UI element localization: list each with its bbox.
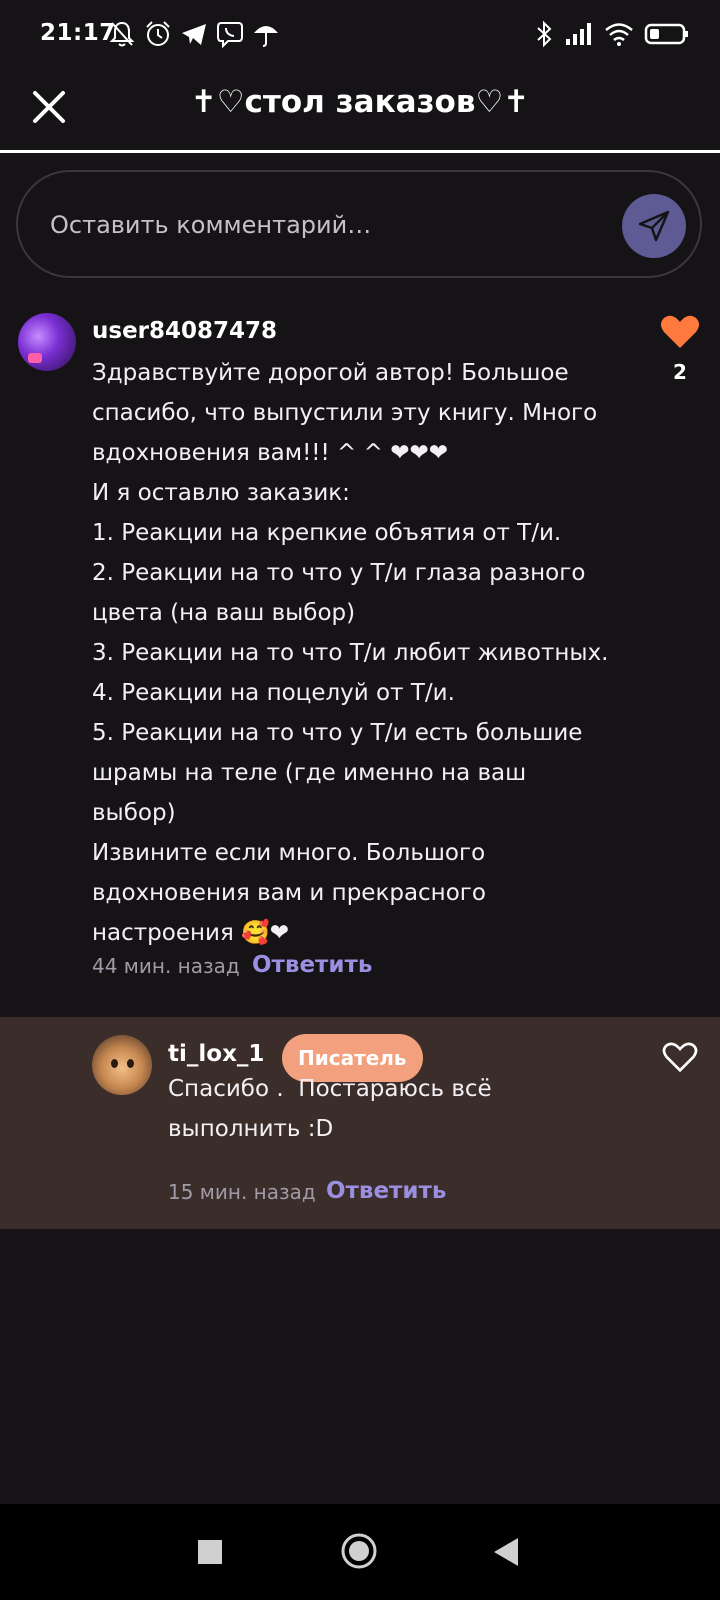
reply-text: Спасибо . Постараюсь всё выполнить :D — [168, 1076, 492, 1142]
reply-username[interactable]: ti_lox_1 — [168, 1041, 264, 1067]
back-button[interactable] — [494, 1538, 518, 1570]
comment-box — [16, 170, 702, 278]
alarm-icon — [144, 19, 172, 49]
recent-apps-icon — [198, 1540, 222, 1564]
like-count: 2 — [673, 360, 687, 384]
reply-time: 15 мин. назад — [168, 1180, 316, 1204]
battery-icon — [644, 19, 690, 49]
comment-input[interactable] — [48, 198, 592, 252]
back-icon — [494, 1538, 518, 1566]
system-nav-bar — [0, 1504, 720, 1600]
heart-filled-icon — [661, 315, 699, 348]
signal-icon — [564, 19, 594, 49]
recent-apps-button[interactable] — [198, 1540, 222, 1568]
system-icons — [534, 19, 690, 49]
notification-icons — [108, 19, 280, 49]
status-bar: 21:17 — [0, 0, 720, 70]
like-button[interactable] — [662, 1041, 698, 1077]
comment-item: user84087478 Здравствуйте дорогой автор!… — [0, 300, 720, 1000]
reply-button[interactable]: Ответить — [252, 952, 372, 978]
send-button[interactable] — [622, 194, 686, 258]
reply-button[interactable]: Ответить — [326, 1178, 446, 1204]
comment-time: 44 мин. назад — [92, 954, 240, 978]
avatar[interactable] — [18, 313, 76, 371]
bell-off-icon — [108, 19, 136, 49]
comment-text: Здравствуйте дорогой автор! Большое спас… — [92, 360, 609, 946]
home-icon — [341, 1533, 377, 1569]
viber-icon — [216, 19, 244, 49]
page-title: ✝♡стол заказов♡✝ — [190, 84, 530, 120]
heart-outline-icon — [662, 1042, 698, 1073]
home-button[interactable] — [340, 1532, 378, 1574]
telegram-icon — [180, 19, 208, 49]
status-time: 21:17 — [40, 20, 116, 46]
wifi-icon — [604, 19, 634, 49]
header: ✝♡стол заказов♡✝ — [0, 70, 720, 150]
umbrella-icon — [252, 19, 280, 49]
send-icon — [638, 210, 670, 242]
bluetooth-icon — [534, 19, 554, 49]
header-divider — [0, 150, 720, 153]
avatar[interactable] — [92, 1035, 152, 1095]
like-button[interactable] — [660, 314, 700, 354]
reply-item: ti_lox_1 Писатель Спасибо . Постараюсь в… — [0, 1017, 720, 1229]
comment-username[interactable]: user84087478 — [92, 318, 277, 344]
